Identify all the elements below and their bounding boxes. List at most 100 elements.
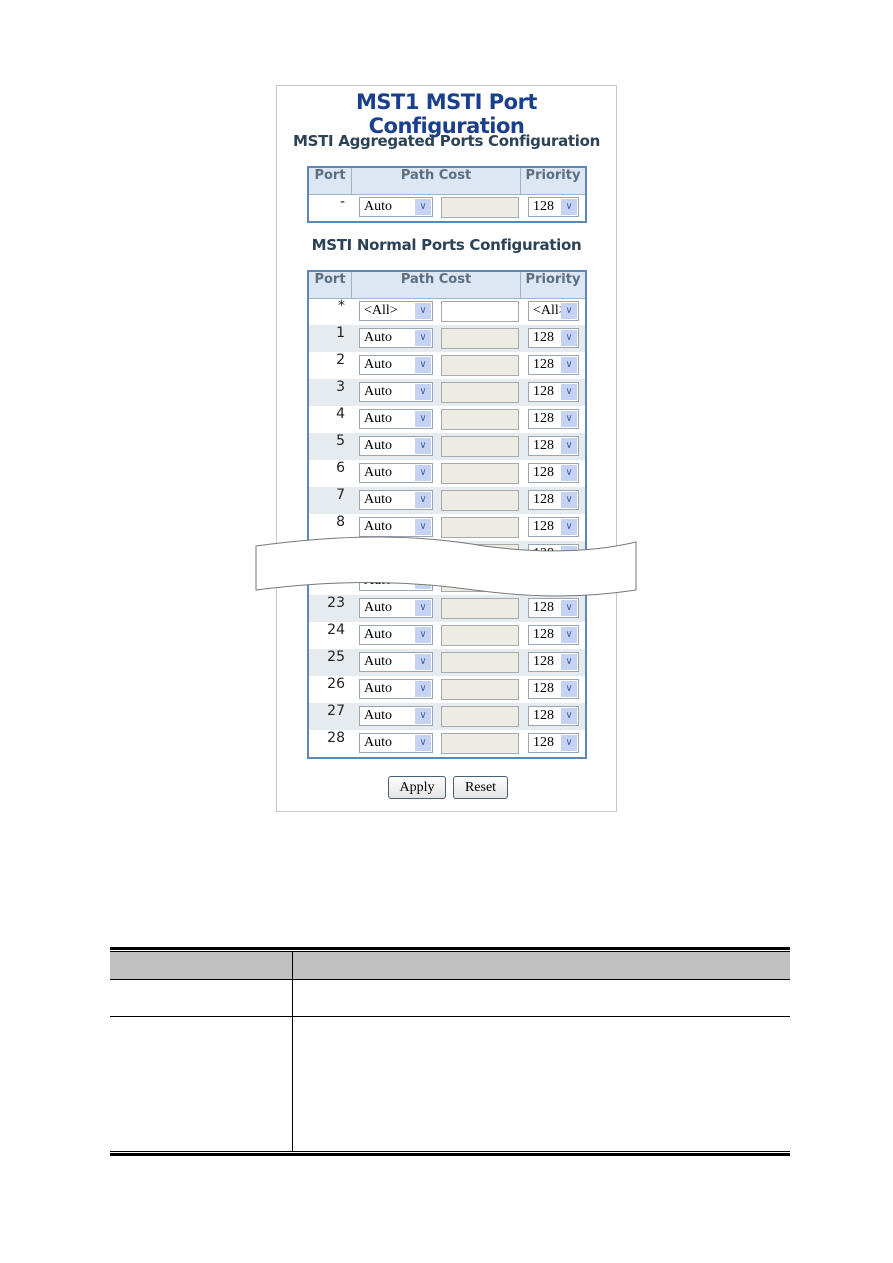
- path-cost-select[interactable]: Auto ∨: [359, 355, 433, 375]
- chevron-down-icon: ∨: [415, 357, 431, 373]
- chevron-down-icon: ∨: [561, 199, 577, 215]
- table-bottom-rule: [110, 1153, 790, 1156]
- selected-value: Auto: [364, 627, 392, 642]
- priority-select[interactable]: 128 ∨: [528, 355, 579, 375]
- priority-select[interactable]: 128 ∨: [528, 733, 579, 753]
- selected-value: Auto: [364, 654, 392, 669]
- chevron-down-icon: ∨: [561, 492, 577, 508]
- path-cost-input[interactable]: [441, 490, 519, 511]
- chevron-down-icon: ∨: [415, 654, 431, 670]
- port-number: 28: [327, 730, 345, 746]
- table-row: 7 Auto ∨ 128 ∨: [309, 487, 585, 514]
- chevron-down-icon: ∨: [415, 708, 431, 724]
- priority-select[interactable]: 128 ∨: [528, 706, 579, 726]
- row-divider: [110, 1016, 790, 1017]
- selected-value: Auto: [364, 600, 392, 615]
- priority-select[interactable]: 128 ∨: [528, 652, 579, 672]
- priority-select[interactable]: 128 ∨: [528, 463, 579, 483]
- column-header: Path Cost: [352, 272, 521, 298]
- apply-button[interactable]: Apply: [388, 776, 446, 799]
- chevron-down-icon: ∨: [415, 303, 431, 319]
- table-row: 26 Auto ∨ 128 ∨: [309, 676, 585, 703]
- chevron-down-icon: ∨: [561, 330, 577, 346]
- chevron-down-icon: ∨: [561, 600, 577, 616]
- path-cost-select[interactable]: Auto ∨: [359, 625, 433, 645]
- priority-select[interactable]: 128 ∨: [528, 382, 579, 402]
- priority-select[interactable]: 128 ∨: [528, 436, 579, 456]
- normal-heading: MSTI Normal Ports Configuration: [311, 236, 582, 254]
- path-cost-input[interactable]: [441, 197, 519, 218]
- path-cost-input[interactable]: [441, 625, 519, 646]
- path-cost-select[interactable]: Auto ∨: [359, 733, 433, 753]
- chevron-down-icon: ∨: [415, 600, 431, 616]
- path-cost-input[interactable]: [441, 301, 519, 322]
- selected-value: Auto: [364, 492, 392, 507]
- selected-value: Auto: [364, 411, 392, 426]
- priority-select[interactable]: 128 ∨: [528, 409, 579, 429]
- column-header: Path Cost: [352, 168, 521, 194]
- table-row: 25 Auto ∨ 128 ∨: [309, 649, 585, 676]
- selected-value: 128: [533, 735, 554, 750]
- table-bottom-rule-thin: [110, 1151, 790, 1152]
- priority-select[interactable]: 128 ∨: [528, 490, 579, 510]
- priority-select[interactable]: <All> ∨: [528, 301, 579, 321]
- priority-select[interactable]: 128 ∨: [528, 625, 579, 645]
- port-number: 3: [336, 379, 345, 395]
- selected-value: Auto: [364, 330, 392, 345]
- path-cost-input[interactable]: [441, 409, 519, 430]
- column-header: Priority: [525, 272, 581, 287]
- table-row: - Auto ∨ 128 ∨: [309, 194, 585, 221]
- path-cost-select[interactable]: Auto ∨: [359, 463, 433, 483]
- table-row: 5 Auto ∨ 128 ∨: [309, 433, 585, 460]
- chevron-down-icon: ∨: [415, 384, 431, 400]
- path-cost-input[interactable]: [441, 706, 519, 727]
- path-cost-select[interactable]: Auto ∨: [359, 436, 433, 456]
- port-number: *: [338, 298, 345, 314]
- reset-button[interactable]: Reset: [453, 776, 508, 799]
- port-number: 25: [327, 649, 345, 665]
- path-cost-select[interactable]: Auto ∨: [359, 706, 433, 726]
- aggregated-ports-table: Port Path Cost Priority - Auto ∨ 128 ∨: [307, 166, 587, 223]
- path-cost-input[interactable]: [441, 463, 519, 484]
- path-cost-select[interactable]: Auto ∨: [359, 409, 433, 429]
- path-cost-select[interactable]: Auto ∨: [359, 652, 433, 672]
- path-cost-select[interactable]: Auto ∨: [359, 382, 433, 402]
- priority-select[interactable]: 128 ∨: [528, 328, 579, 348]
- table-row: 2 Auto ∨ 128 ∨: [309, 352, 585, 379]
- selected-value: Auto: [364, 735, 392, 750]
- table-row: 27 Auto ∨ 128 ∨: [309, 703, 585, 730]
- priority-select[interactable]: 128 ∨: [528, 197, 579, 217]
- selected-value: 128: [533, 199, 554, 214]
- chevron-down-icon: ∨: [561, 465, 577, 481]
- chevron-down-icon: ∨: [415, 438, 431, 454]
- torn-paper-break: [255, 536, 637, 597]
- path-cost-input[interactable]: [441, 355, 519, 376]
- path-cost-input[interactable]: [441, 436, 519, 457]
- table-row: * <All> ∨ <All> ∨: [309, 298, 585, 325]
- selected-value: 128: [533, 357, 554, 372]
- path-cost-select[interactable]: Auto ∨: [359, 328, 433, 348]
- path-cost-input[interactable]: [441, 328, 519, 349]
- path-cost-select[interactable]: Auto ∨: [359, 679, 433, 699]
- selected-value: Auto: [364, 681, 392, 696]
- path-cost-input[interactable]: [441, 679, 519, 700]
- table-top-rule: [110, 947, 790, 950]
- table-row: 3 Auto ∨ 128 ∨: [309, 379, 585, 406]
- path-cost-input[interactable]: [441, 652, 519, 673]
- aggregated-heading: MSTI Aggregated Ports Configuration: [293, 132, 600, 150]
- path-cost-input[interactable]: [441, 382, 519, 403]
- priority-select[interactable]: 128 ∨: [528, 679, 579, 699]
- path-cost-select[interactable]: <All> ∨: [359, 301, 433, 321]
- port-number: 26: [327, 676, 345, 692]
- chevron-down-icon: ∨: [561, 654, 577, 670]
- port-number: 24: [327, 622, 345, 638]
- port-number: 6: [336, 460, 345, 476]
- chevron-down-icon: ∨: [415, 411, 431, 427]
- port-number: 5: [336, 433, 345, 449]
- path-cost-select[interactable]: Auto ∨: [359, 490, 433, 510]
- path-cost-input[interactable]: [441, 733, 519, 754]
- selected-value: 128: [533, 330, 554, 345]
- chevron-down-icon: ∨: [561, 384, 577, 400]
- path-cost-select[interactable]: Auto ∨: [359, 197, 433, 217]
- chevron-down-icon: ∨: [415, 681, 431, 697]
